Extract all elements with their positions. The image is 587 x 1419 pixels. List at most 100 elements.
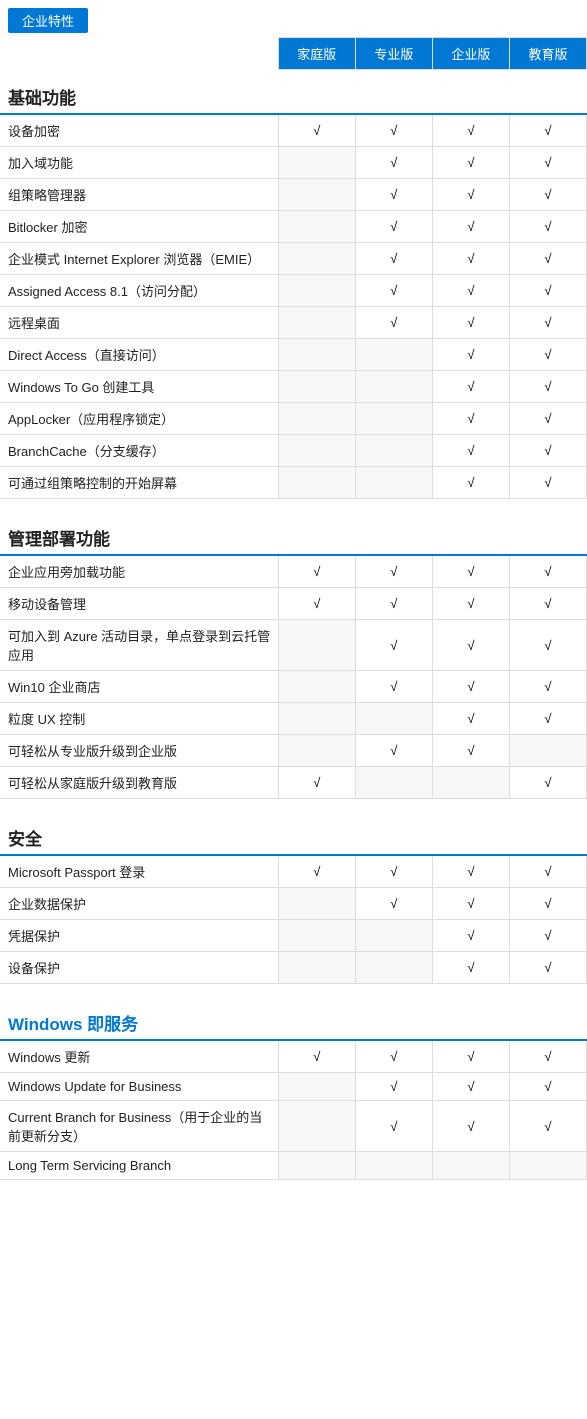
check-cell: √ xyxy=(509,243,586,275)
check-cell: √ xyxy=(509,403,586,435)
table-row: 设备保护√√ xyxy=(0,952,587,984)
table-row: Direct Access（直接访问）√√ xyxy=(0,339,587,371)
check-cell: √ xyxy=(432,435,509,467)
spacer xyxy=(0,1180,587,1193)
check-cell: √ xyxy=(432,179,509,211)
feature-name-cell: 设备保护 xyxy=(0,952,278,984)
check-cell xyxy=(355,1152,432,1180)
check-cell: √ xyxy=(509,555,586,588)
check-cell xyxy=(355,920,432,952)
table-row: 企业模式 Internet Explorer 浏览器（EMIE）√√√ xyxy=(0,243,587,275)
table-row: 粒度 UX 控制 √√ xyxy=(0,703,587,735)
check-cell xyxy=(278,671,355,703)
feature-name-cell: 设备加密 xyxy=(0,114,278,147)
check-cell: √ xyxy=(509,703,586,735)
check-cell xyxy=(278,735,355,767)
spacer xyxy=(0,499,587,512)
check-cell xyxy=(355,467,432,499)
check-cell xyxy=(509,735,586,767)
check-cell: √ xyxy=(355,735,432,767)
check-cell: √ xyxy=(509,1073,586,1101)
check-cell: √ xyxy=(355,1040,432,1073)
feature-name-cell: 企业模式 Internet Explorer 浏览器（EMIE） xyxy=(0,243,278,275)
check-cell: √ xyxy=(509,888,586,920)
check-cell: √ xyxy=(432,671,509,703)
table-row: Windows To Go 创建工具√√ xyxy=(0,371,587,403)
check-cell: √ xyxy=(278,555,355,588)
feature-name-cell: 粒度 UX 控制 xyxy=(0,703,278,735)
check-cell: √ xyxy=(355,671,432,703)
check-cell xyxy=(278,435,355,467)
check-cell: √ xyxy=(432,588,509,620)
check-cell: √ xyxy=(355,855,432,888)
check-cell: √ xyxy=(432,920,509,952)
feature-name-cell: 加入域功能 xyxy=(0,147,278,179)
check-cell: √ xyxy=(355,620,432,671)
check-cell xyxy=(278,888,355,920)
feature-table: 家庭版 专业版 企业版 教育版 基础功能设备加密√√√√加入域功能√√√组策略管… xyxy=(0,37,587,1192)
check-cell: √ xyxy=(432,1073,509,1101)
check-cell xyxy=(278,147,355,179)
check-cell: √ xyxy=(355,1073,432,1101)
check-cell: √ xyxy=(432,147,509,179)
feature-name-cell: 可轻松从家庭版升级到教育版 xyxy=(0,767,278,799)
check-cell xyxy=(278,275,355,307)
check-cell xyxy=(355,435,432,467)
check-cell: √ xyxy=(432,371,509,403)
check-cell: √ xyxy=(509,467,586,499)
feature-name-cell: 凭据保护 xyxy=(0,920,278,952)
check-cell xyxy=(278,1152,355,1180)
check-cell xyxy=(278,703,355,735)
feature-name-cell: 企业应用旁加载功能 xyxy=(0,555,278,588)
table-row: AppLocker（应用程序锁定） √√ xyxy=(0,403,587,435)
check-cell xyxy=(278,403,355,435)
section-header-3: Windows 即服务 xyxy=(0,996,587,1040)
check-cell xyxy=(432,1152,509,1180)
feature-name-cell: Bitlocker 加密 xyxy=(0,211,278,243)
check-cell: √ xyxy=(432,703,509,735)
check-cell: √ xyxy=(432,620,509,671)
check-cell xyxy=(355,403,432,435)
feature-name-cell: AppLocker（应用程序锁定） xyxy=(0,403,278,435)
check-cell: √ xyxy=(509,435,586,467)
feature-name-cell: Assigned Access 8.1（访问分配） xyxy=(0,275,278,307)
check-cell xyxy=(278,1101,355,1152)
feature-name-cell: Windows 更新 xyxy=(0,1040,278,1073)
table-row: 企业应用旁加载功能√√√√ xyxy=(0,555,587,588)
check-cell: √ xyxy=(432,114,509,147)
check-cell xyxy=(278,211,355,243)
check-cell: √ xyxy=(278,1040,355,1073)
check-cell: √ xyxy=(355,555,432,588)
check-cell: √ xyxy=(509,307,586,339)
check-cell: √ xyxy=(278,114,355,147)
table-row: Windows 更新√√√√ xyxy=(0,1040,587,1073)
table-row: Long Term Servicing Branch xyxy=(0,1152,587,1180)
check-cell: √ xyxy=(509,114,586,147)
feature-name-cell: Microsoft Passport 登录 xyxy=(0,855,278,888)
check-cell xyxy=(355,952,432,984)
feature-name-cell: Windows Update for Business xyxy=(0,1073,278,1101)
check-cell: √ xyxy=(355,179,432,211)
check-cell: √ xyxy=(509,371,586,403)
table-row: 可通过组策略控制的开始屏幕√√ xyxy=(0,467,587,499)
check-cell: √ xyxy=(509,952,586,984)
col-pro: 专业版 xyxy=(355,38,432,70)
check-cell xyxy=(278,339,355,371)
check-cell: √ xyxy=(355,888,432,920)
table-row: 可加入到 Azure 活动目录，单点登录到云托管应用√√√ xyxy=(0,620,587,671)
check-cell: √ xyxy=(355,243,432,275)
check-cell xyxy=(355,703,432,735)
check-cell xyxy=(432,767,509,799)
check-cell: √ xyxy=(278,767,355,799)
feature-name-cell: 可轻松从专业版升级到企业版 xyxy=(0,735,278,767)
section-header-2: 安全 xyxy=(0,811,587,855)
check-cell: √ xyxy=(432,275,509,307)
check-cell xyxy=(278,467,355,499)
col-home: 家庭版 xyxy=(278,38,355,70)
table-row: Bitlocker 加密√√√ xyxy=(0,211,587,243)
check-cell: √ xyxy=(432,467,509,499)
check-cell: √ xyxy=(432,403,509,435)
check-cell xyxy=(278,1073,355,1101)
table-row: 组策略管理器√√√ xyxy=(0,179,587,211)
check-cell xyxy=(278,952,355,984)
